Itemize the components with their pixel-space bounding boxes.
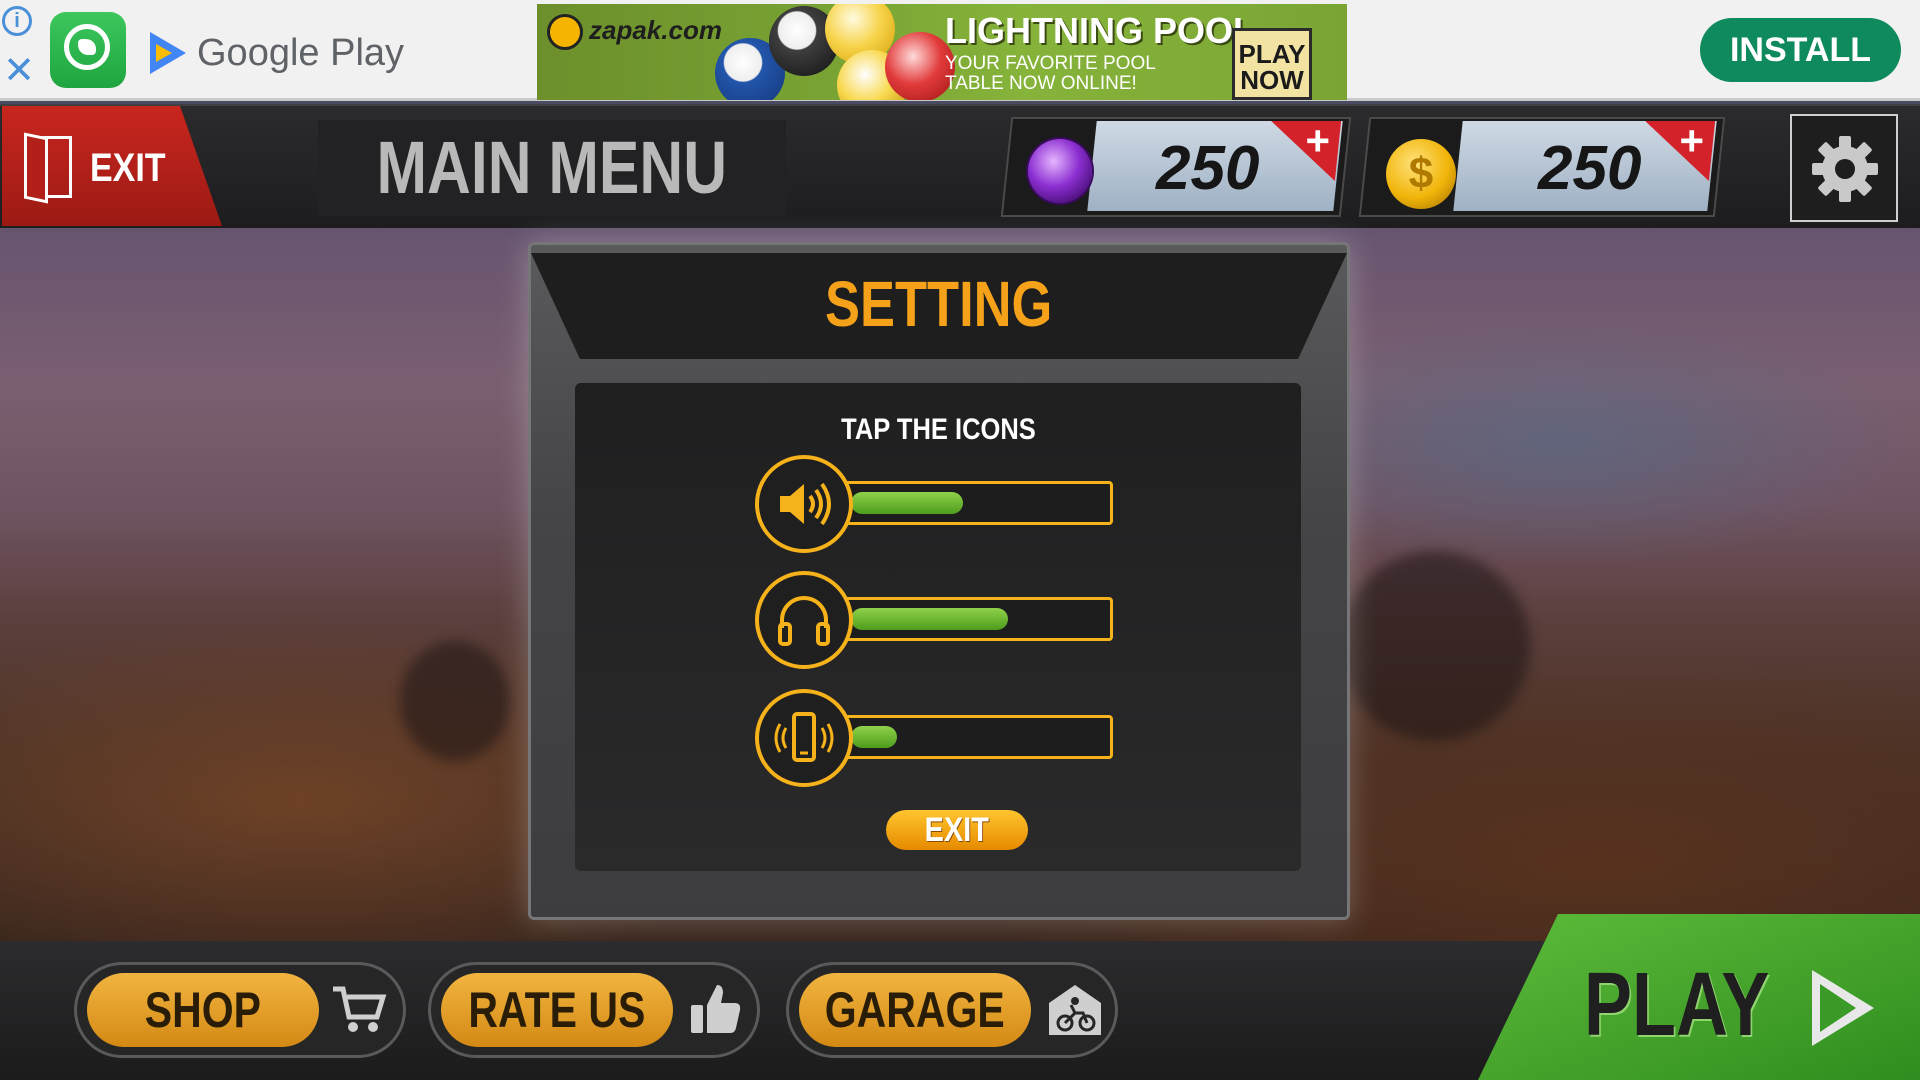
coin-icon: $ [1386,139,1456,209]
ad-headline: LIGHTNING POOL [945,10,1255,51]
sound-level-fill [851,492,963,514]
vibration-level-bar[interactable] [843,715,1113,759]
music-level-fill [851,608,1008,630]
rate-us-label-pill: RATE US [441,973,673,1047]
dialog-exit-label: EXIT [924,811,990,849]
speaker-icon [780,482,831,526]
ad-tagline: YOUR FAVORITE POOL TABLE NOW ONLINE! [945,53,1156,94]
shop-label-pill: SHOP [87,973,319,1047]
music-setting-row [755,571,1119,675]
ad-play-now-button[interactable]: PLAY NOW [1232,28,1312,100]
exit-label: EXIT [90,146,166,190]
settings-button[interactable] [1790,114,1898,222]
play-label-text: PLAY [1584,955,1770,1055]
coin-amount: 250 [1538,134,1642,203]
dialog-title-text: SETTING [825,268,1053,340]
shop-button[interactable]: SHOP [74,962,406,1058]
garage-icon [1049,985,1101,1035]
dialog-exit-button[interactable]: EXIT [886,810,1028,850]
vibration-setting-row [755,689,1119,793]
play-arrow-icon [1812,970,1874,1046]
page-title-text: MAIN MENU [376,126,728,209]
vibration-toggle-button[interactable] [755,689,853,787]
garage-label-pill: GARAGE [799,973,1031,1047]
headphones-icon [778,596,830,646]
exit-door-icon [32,136,72,198]
garage-button[interactable]: GARAGE [786,962,1118,1058]
info-icon[interactable]: i [2,6,32,36]
vibration-icon [774,712,834,762]
dialog-body: TAP THE ICONS [575,383,1301,871]
play-label: PLAY [1584,954,1816,1057]
ad-sponsor: zapak.com [547,14,722,50]
install-button[interactable]: INSTALL [1700,18,1901,82]
cart-icon [333,986,387,1032]
ad-banner[interactable]: i ✕ Google Play zapak.com LIGHTNING POOL… [0,0,1920,101]
shop-label: SHOP [144,982,262,1038]
ad-store-name: Google Play [197,32,405,74]
ad-creative[interactable]: zapak.com LIGHTNING POOL YOUR FAVORITE P… [537,4,1347,100]
plus-icon[interactable]: + [1305,120,1330,162]
rate-us-label: RATE US [468,982,646,1038]
gem-amount: 250 [1156,134,1260,203]
vibration-level-fill [851,726,897,748]
gem-counter: 250 + [1000,117,1352,217]
gear-icon [1812,136,1878,202]
music-level-bar[interactable] [843,597,1113,641]
sound-level-bar[interactable] [843,481,1113,525]
dialog-title: SETTING [531,267,1347,341]
page-title: MAIN MENU [318,120,786,216]
coin-counter: $ 250 + [1358,117,1726,217]
google-play-icon [150,32,186,74]
rider-silhouette [400,641,510,761]
rate-us-button[interactable]: RATE US [428,962,760,1058]
dialog-subtitle-text: TAP THE ICONS [840,413,1036,446]
whatsapp-icon[interactable] [50,12,126,88]
music-toggle-button[interactable] [755,571,853,669]
plus-icon[interactable]: + [1679,120,1704,162]
gem-icon [1028,139,1092,203]
rider-silhouette [1340,551,1530,741]
sound-toggle-button[interactable] [755,455,853,553]
dialog-subtitle: TAP THE ICONS [575,413,1301,447]
thumbs-up-icon [691,985,741,1033]
garage-label: GARAGE [825,982,1005,1038]
close-icon[interactable]: ✕ [2,52,36,90]
sound-setting-row [755,455,1119,559]
